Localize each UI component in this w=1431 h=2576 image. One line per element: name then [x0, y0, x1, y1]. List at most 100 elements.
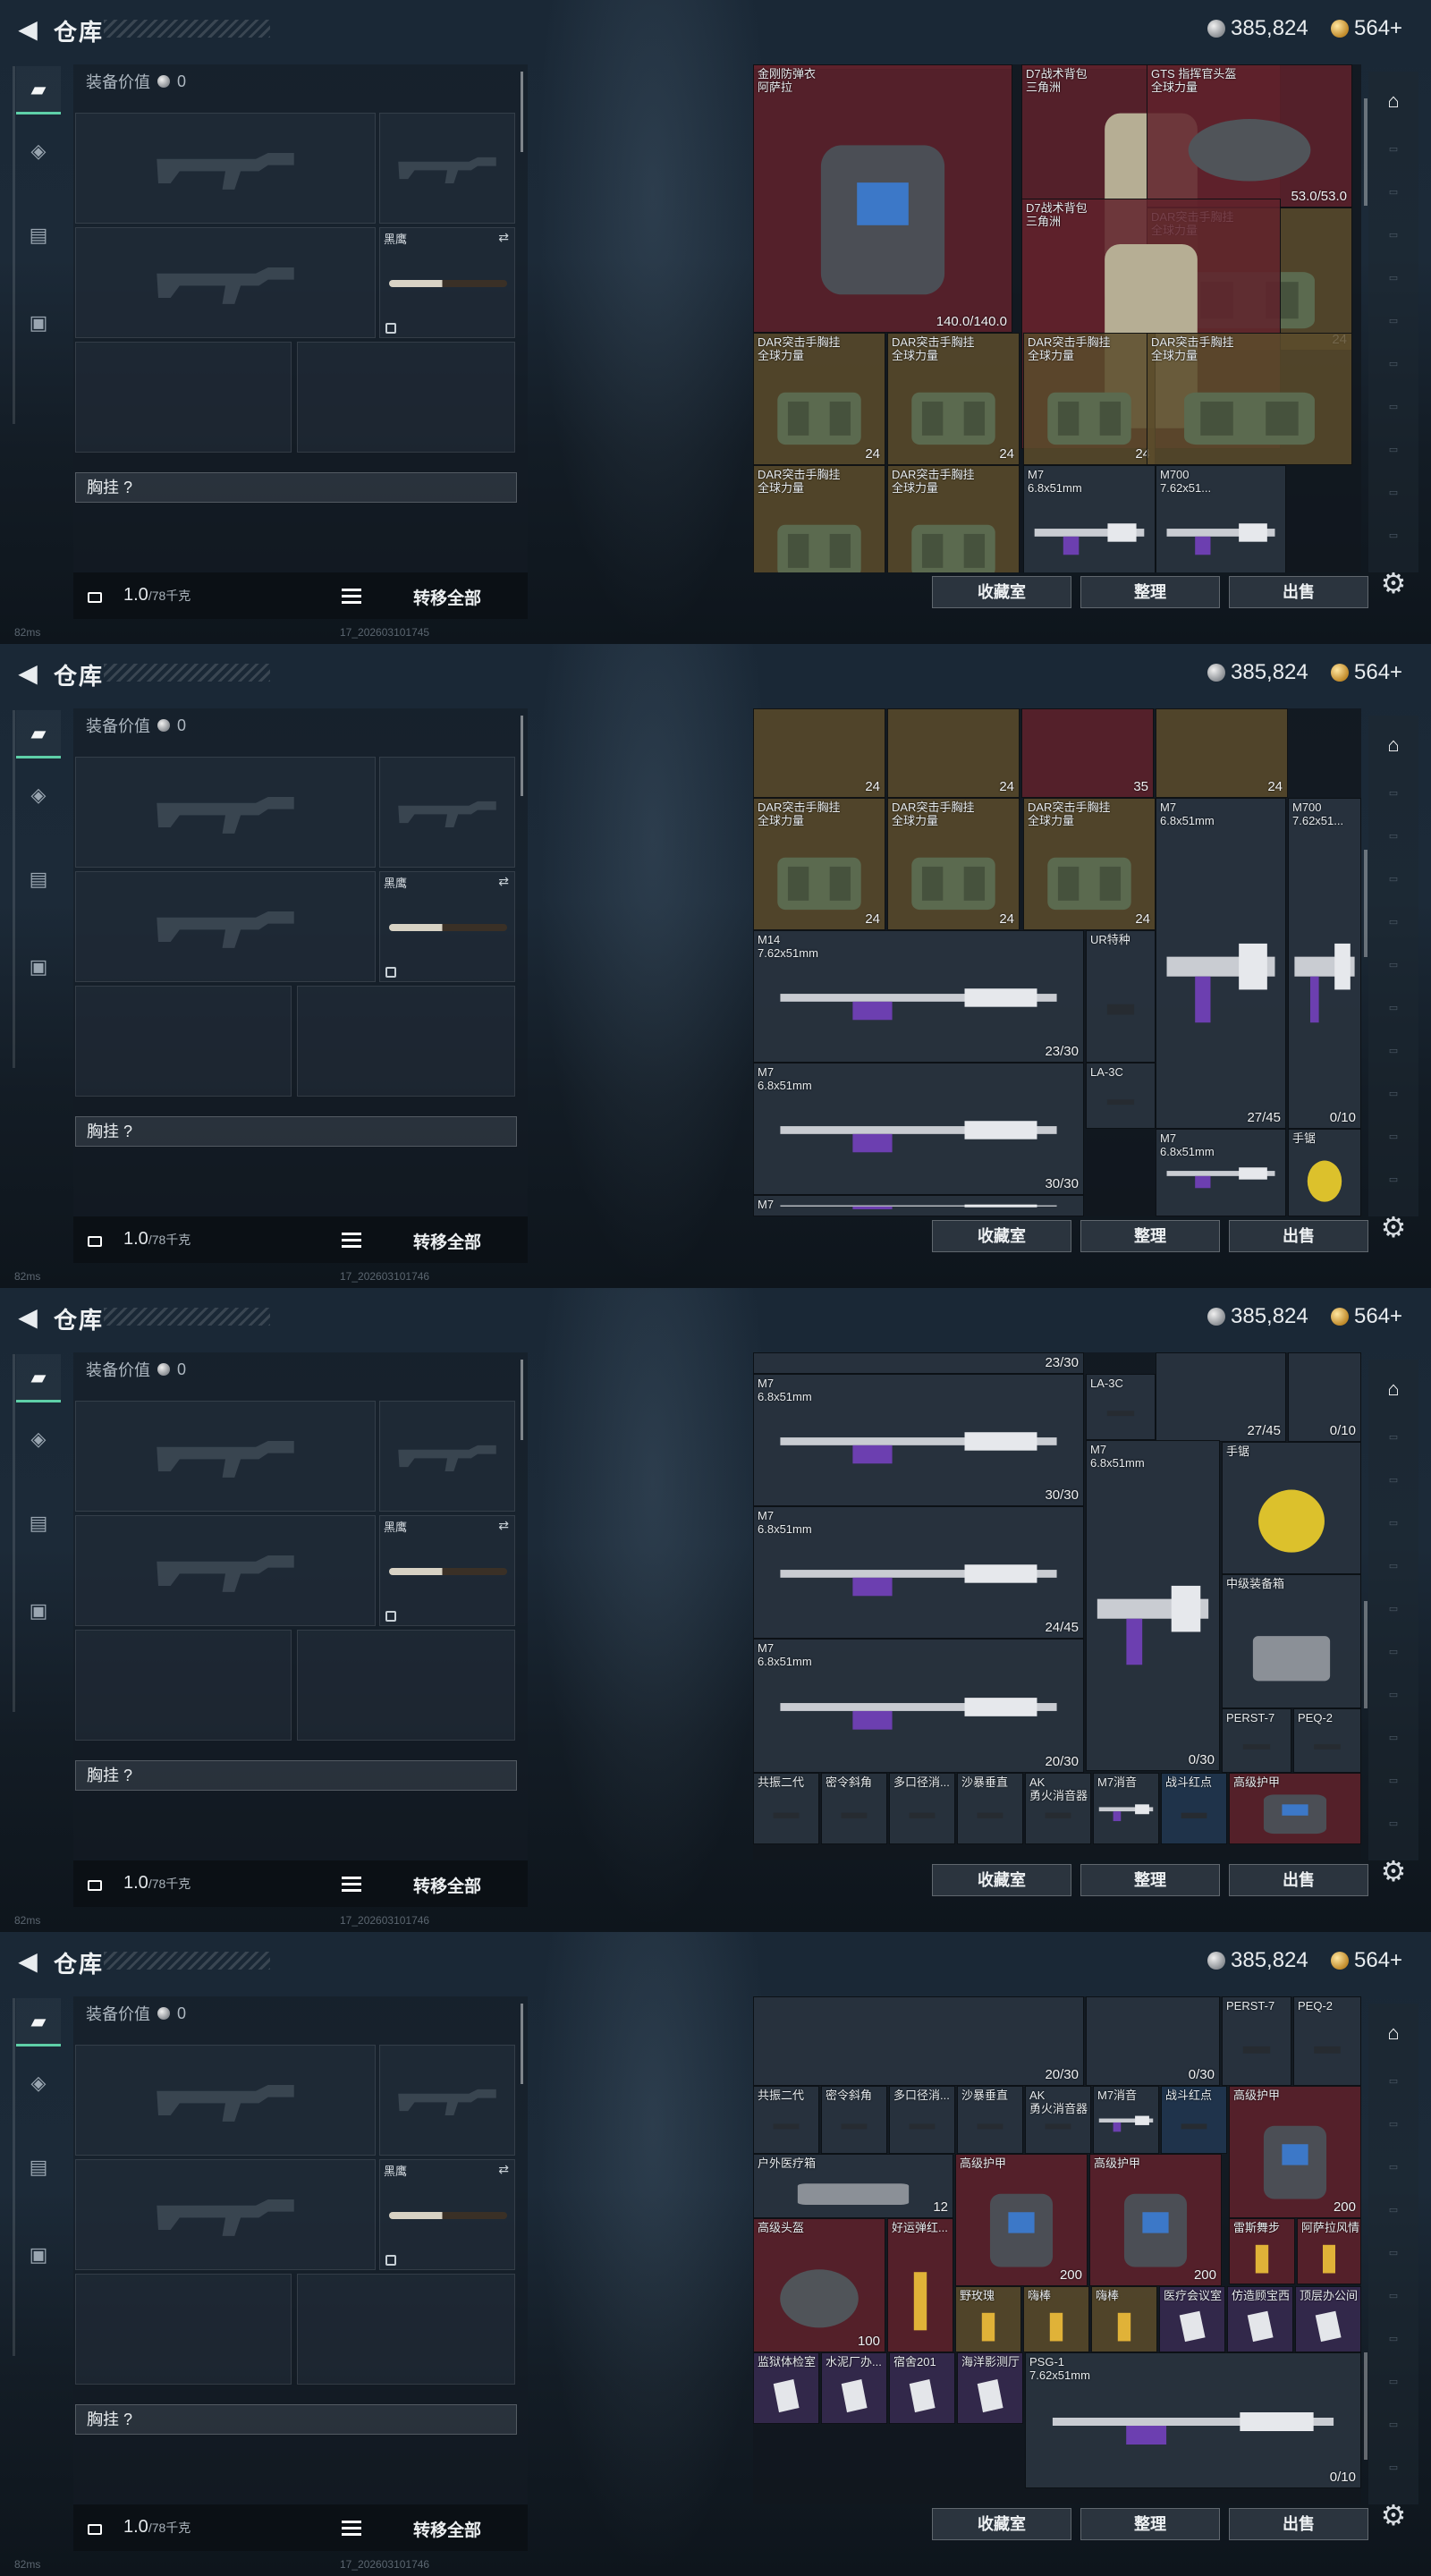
item-cell[interactable]: DAR突击手胸挂 全球力量 24 — [753, 798, 885, 930]
chest-rig-slot[interactable]: 胸挂 ? — [75, 2404, 517, 2435]
back-button[interactable]: ◀ — [13, 1304, 43, 1331]
rail-page-marker[interactable]: ▭ — [1376, 1646, 1411, 1657]
item-cell[interactable]: 高级护甲 200 — [1089, 2154, 1222, 2286]
settings-gear-icon[interactable]: ⚙ — [1377, 2499, 1410, 2531]
item-cell[interactable]: 高级护甲 200 — [1229, 2086, 1361, 2218]
item-cell[interactable]: 35 — [1021, 708, 1154, 798]
primary-weapon-slot[interactable] — [75, 757, 376, 868]
item-cell[interactable]: PERST-7 — [1222, 1996, 1291, 2086]
settings-gear-icon[interactable]: ⚙ — [1377, 1855, 1410, 1887]
rail-page-marker[interactable]: ▭ — [1376, 1131, 1411, 1142]
item-cell[interactable]: 户外医疗箱 12 — [753, 2154, 953, 2218]
primary-weapon-slot[interactable] — [75, 2045, 376, 2156]
item-cell[interactable]: 医疗会议室 — [1159, 2286, 1225, 2352]
primary-weapon-slot[interactable] — [75, 113, 376, 224]
sidearm-slot[interactable] — [379, 1401, 515, 1512]
nav-tab-clipboard[interactable]: ▤ — [16, 855, 61, 903]
equipment-scrollbar[interactable] — [521, 72, 523, 152]
item-cell[interactable]: PERST-7 — [1222, 1708, 1291, 1773]
rail-page-marker[interactable]: ▭ — [1376, 2247, 1411, 2258]
rail-page-marker[interactable]: ▭ — [1376, 873, 1411, 885]
armor-slot[interactable] — [297, 2274, 515, 2385]
item-cell[interactable]: M7 6.8x51mm — [1156, 1129, 1286, 1216]
item-cell[interactable]: 27/45 — [1156, 1352, 1286, 1442]
storage-scrollbar[interactable] — [1364, 850, 1367, 957]
nav-tab-helmet[interactable]: ◈ — [16, 127, 61, 175]
nav-tab-clipboard[interactable]: ▤ — [16, 2143, 61, 2191]
transfer-all-button[interactable]: 转移全部 — [413, 585, 481, 609]
item-cell[interactable]: 多口径消... — [889, 2086, 955, 2154]
item-cell[interactable]: 共振二代 — [753, 1773, 819, 1844]
item-cell[interactable]: 水泥厂办... — [821, 2352, 887, 2424]
item-cell[interactable]: M7 6.8x51mm 20/30 — [753, 1639, 1084, 1773]
nav-tab-briefcase[interactable]: ▣ — [16, 943, 61, 991]
item-cell[interactable]: 野玫瑰 — [955, 2286, 1021, 2352]
chest-rig-slot[interactable]: 胸挂 ? — [75, 472, 517, 503]
transfer-all-button[interactable]: 转移全部 — [413, 1229, 481, 1253]
chest-rig-slot[interactable]: 胸挂 ? — [75, 1760, 517, 1791]
item-cell[interactable]: 金刚防弹衣 阿萨拉 140.0/140.0 — [753, 64, 1012, 333]
item-cell[interactable]: DAR突击手胸挂 全球力量 24 — [1023, 798, 1156, 930]
sell-button[interactable]: 出售 — [1229, 576, 1368, 608]
item-cell[interactable]: M700 7.62x51... — [1156, 465, 1286, 572]
settings-gear-icon[interactable]: ⚙ — [1377, 1211, 1410, 1243]
storage-building-icon[interactable]: ⌂ — [1381, 2021, 1406, 2045]
rail-page-marker[interactable]: ▭ — [1376, 1002, 1411, 1013]
rail-page-marker[interactable]: ▭ — [1376, 2333, 1411, 2344]
sell-button[interactable]: 出售 — [1229, 1220, 1368, 1252]
rail-page-marker[interactable]: ▭ — [1376, 315, 1411, 326]
rail-page-marker[interactable]: ▭ — [1376, 1045, 1411, 1056]
item-cell[interactable]: 阿萨拉风情 — [1297, 2218, 1361, 2284]
storage-scrollbar[interactable] — [1364, 1601, 1367, 1708]
storage-building-icon[interactable]: ⌂ — [1381, 89, 1406, 113]
item-cell[interactable]: DAR突击手胸挂 全球力量 — [1147, 333, 1352, 465]
rail-page-marker[interactable]: ▭ — [1376, 2462, 1411, 2473]
item-cell[interactable]: 密令斜角 — [821, 2086, 887, 2154]
item-cell[interactable]: LA-3C — [1086, 1063, 1156, 1129]
helmet-slot[interactable] — [75, 2274, 292, 2385]
item-cell[interactable]: DAR突击手胸挂 全球力量 24 — [887, 333, 1020, 465]
swap-icon[interactable]: ⇄ — [498, 2162, 509, 2177]
item-cell[interactable]: 沙暴垂直 — [957, 2086, 1023, 2154]
organize-button[interactable]: 整理 — [1080, 2508, 1220, 2540]
armor-slot[interactable] — [297, 1630, 515, 1741]
rail-page-marker[interactable]: ▭ — [1376, 1474, 1411, 1486]
back-button[interactable]: ◀ — [13, 660, 43, 687]
melee-slot[interactable]: 黑鹰 ⇄ — [379, 871, 515, 982]
storage-building-icon[interactable]: ⌂ — [1381, 1377, 1406, 1401]
sidearm-slot[interactable] — [379, 757, 515, 868]
item-cell[interactable]: 20/30 — [753, 1996, 1084, 2086]
item-cell[interactable]: 沙暴垂直 — [957, 1773, 1023, 1844]
item-cell[interactable]: 战斗红点 — [1161, 1773, 1227, 1844]
rail-page-marker[interactable]: ▭ — [1376, 2419, 1411, 2430]
item-cell[interactable]: DAR突击手胸挂 全球力量 24 — [753, 333, 885, 465]
item-cell[interactable]: 24 — [753, 708, 885, 798]
armor-slot[interactable] — [297, 986, 515, 1097]
item-cell[interactable]: M7 6.8x51mm 0/30 — [1086, 1440, 1220, 1771]
item-cell[interactable]: 多口径消... — [889, 1773, 955, 1844]
nav-tab-clipboard[interactable]: ▤ — [16, 211, 61, 259]
nav-tab-helmet[interactable]: ◈ — [16, 771, 61, 819]
rail-page-marker[interactable]: ▭ — [1376, 487, 1411, 498]
item-cell[interactable]: LA-3C — [1086, 1374, 1156, 1440]
item-cell[interactable]: 密令斜角 — [821, 1773, 887, 1844]
item-cell[interactable]: 高级护甲 — [1229, 1773, 1361, 1844]
rail-page-marker[interactable]: ▭ — [1376, 1689, 1411, 1700]
rail-page-marker[interactable]: ▭ — [1376, 830, 1411, 842]
item-cell[interactable]: 0/10 — [1288, 1352, 1361, 1442]
item-cell[interactable]: 0/30 — [1086, 1996, 1220, 2086]
equipment-scrollbar[interactable] — [521, 1360, 523, 1440]
gold-currency[interactable]: 564+ — [1331, 1948, 1402, 1973]
item-cell[interactable]: 仿造顾宝西 — [1227, 2286, 1293, 2352]
item-cell[interactable]: 海洋影测厅 — [957, 2352, 1023, 2424]
gold-currency[interactable]: 564+ — [1331, 1304, 1402, 1329]
item-cell[interactable]: 手锯 — [1222, 1442, 1361, 1574]
swap-icon[interactable]: ⇄ — [498, 874, 509, 889]
armor-slot[interactable] — [297, 342, 515, 453]
storage-scrollbar[interactable] — [1364, 2352, 1367, 2460]
item-cell[interactable]: 24 — [887, 708, 1020, 798]
rail-page-marker[interactable]: ▭ — [1376, 787, 1411, 799]
rail-page-marker[interactable]: ▭ — [1376, 358, 1411, 369]
item-cell[interactable]: M7 6.8x51mm 30/30 — [753, 1063, 1084, 1195]
item-cell[interactable]: M700 7.62x51... 0/10 — [1288, 798, 1361, 1129]
